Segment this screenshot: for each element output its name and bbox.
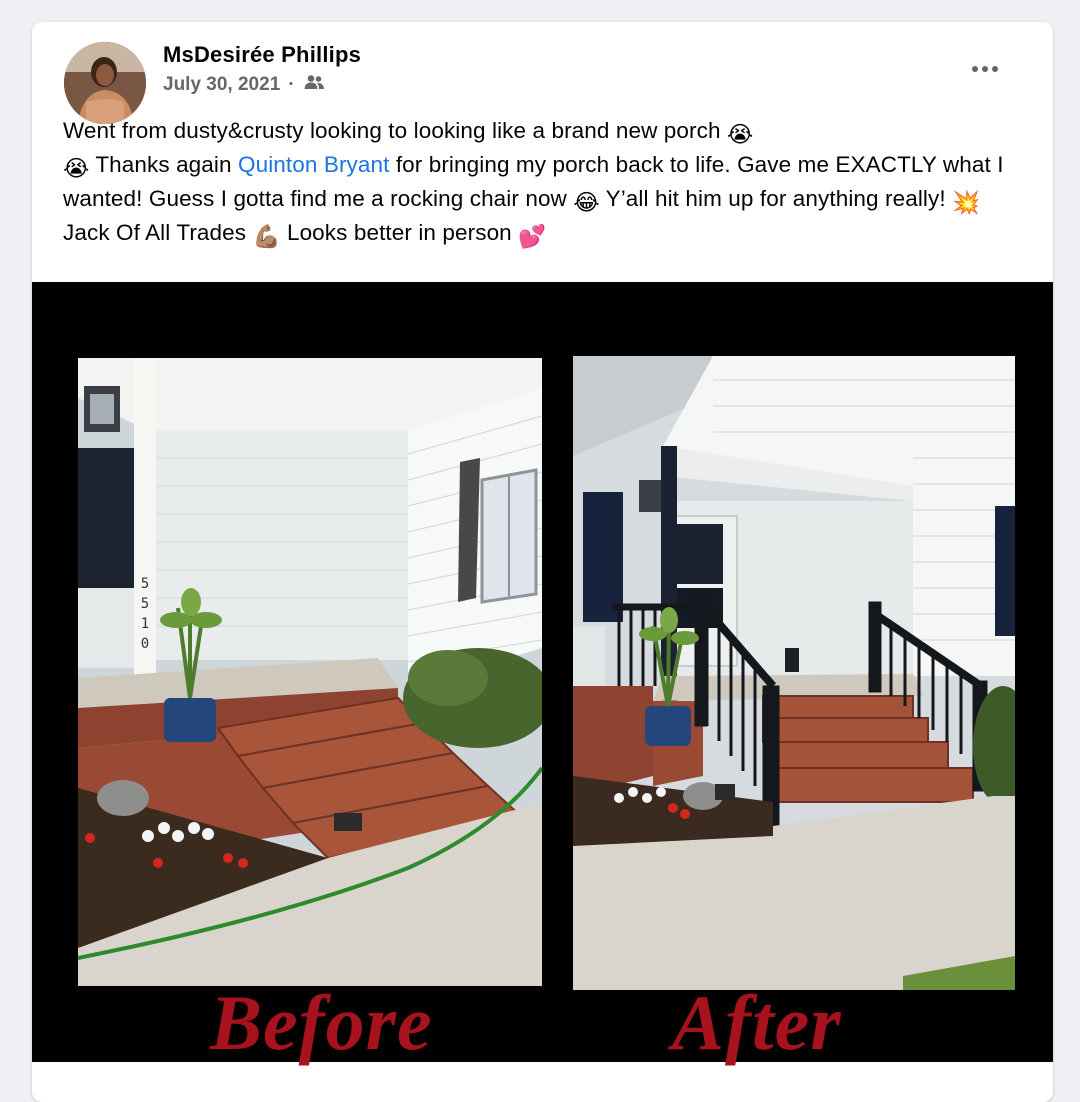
post-text-part: Thanks again	[89, 152, 238, 177]
post-text-part: Jack Of All Trades	[63, 220, 253, 245]
before-label: Before	[210, 979, 433, 1066]
friends-icon	[303, 74, 325, 96]
post-text: Went from dusty&crusty looking to lookin…	[63, 116, 1013, 252]
laughing-emoji-icon: 😂	[573, 190, 600, 215]
crying-emoji-icon: 😭	[726, 122, 754, 147]
after-label: After	[672, 979, 842, 1066]
svg-text:0: 0	[141, 636, 149, 652]
post-card: MsDesirée Phillips July 30, 2021 · Went …	[32, 22, 1053, 1102]
before-photo: 5 5 1 0	[78, 358, 542, 986]
post-date[interactable]: July 30, 2021	[163, 74, 280, 96]
post-header: MsDesirée Phillips July 30, 2021 ·	[32, 22, 1053, 124]
after-photo	[573, 356, 1015, 990]
more-options-icon[interactable]	[965, 56, 1005, 82]
crying-emoji-icon: 😭	[63, 156, 90, 181]
hearts-emoji-icon: 💕	[518, 224, 547, 249]
mention-link[interactable]: Quinton Bryant	[238, 152, 389, 177]
avatar-image	[64, 42, 146, 124]
boom-emoji-icon: 💥	[952, 190, 981, 215]
muscle-emoji-icon: 💪🏽	[252, 224, 281, 249]
svg-text:1: 1	[141, 616, 149, 632]
post-text-part: Went from dusty&crusty looking to lookin…	[63, 118, 727, 143]
svg-text:5: 5	[141, 576, 149, 592]
svg-text:5: 5	[141, 596, 149, 612]
meta-separator: ·	[288, 74, 295, 95]
author-name[interactable]: MsDesirée Phillips	[163, 42, 361, 68]
author-avatar[interactable]	[64, 42, 146, 124]
post-text-part: Y’all hit him up for anything really!	[599, 186, 953, 211]
post-photo[interactable]: 5 5 1 0 Before After	[32, 282, 1053, 1066]
post-text-part: Looks better in person	[280, 220, 519, 245]
post-meta: July 30, 2021 ·	[163, 74, 325, 96]
